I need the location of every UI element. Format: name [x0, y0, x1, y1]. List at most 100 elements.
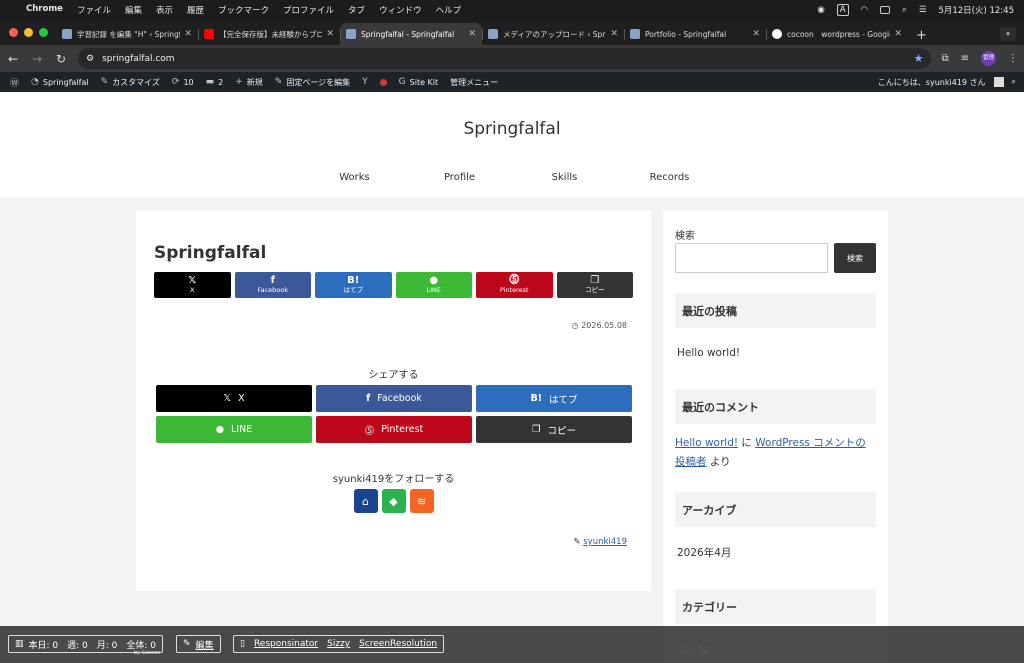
share-copy-button[interactable]: ❐ コピー: [556, 272, 633, 298]
post-date: ◷ 2026.05.08: [571, 321, 627, 330]
follow-rss-button[interactable]: ≋: [409, 489, 434, 513]
share-line-button-large[interactable]: ● LINE: [156, 416, 312, 443]
bookmark-star-icon[interactable]: ★: [914, 52, 924, 65]
minimize-window-button[interactable]: [24, 28, 33, 37]
menu-help[interactable]: ヘルプ: [436, 4, 462, 16]
battery-icon[interactable]: [880, 6, 891, 14]
follow-heading: syunki419をフォローする: [332, 474, 455, 485]
copy-icon: ❐: [531, 424, 541, 435]
main-content: Springfalfal 𝕏X f Facebook B! はてブ ● LINE ⓹P…: [136, 211, 651, 591]
admin-search-icon[interactable]: ⌕: [1012, 77, 1016, 87]
zoom-window-button[interactable]: [39, 28, 48, 37]
nav-item-skills[interactable]: Skills: [512, 172, 617, 183]
admin-menu-link[interactable]: 管理メニュー: [444, 72, 504, 92]
input-source-icon[interactable]: A: [836, 4, 849, 16]
menu-tab[interactable]: タブ: [348, 4, 365, 16]
tab-2[interactable]: Springfalfal - Springfalfal ✕: [340, 23, 482, 45]
reading-list-icon[interactable]: ≡: [961, 53, 969, 64]
share-pinterest-button[interactable]: ⓹ Pinterest: [476, 272, 553, 298]
address-bar[interactable]: ⚙ springfalfal.com ★: [78, 48, 932, 69]
menu-history[interactable]: 履歴: [187, 4, 204, 16]
tab-search-chevron-icon[interactable]: ▾: [1000, 27, 1016, 41]
facebook-icon: f: [366, 393, 371, 404]
wp-admin-bar: Ⓦ ◔ Springfalfal ✎ カスタマイズ ⟳ 10 ▬ 2 + 新規 ✎ 固定ペー…: [0, 72, 1024, 92]
category-item[interactable]: 未分類: [677, 643, 709, 658]
responsinator-link[interactable]: Responsinator: [254, 639, 318, 649]
share-x-button-large[interactable]: 𝕏X: [156, 385, 312, 412]
menu-bookmarks[interactable]: ブックマーク: [218, 4, 269, 16]
site-info-icon[interactable]: ⚙: [86, 54, 94, 64]
follow-home-button[interactable]: ⌂: [353, 489, 378, 513]
forward-icon[interactable]: →: [30, 52, 44, 66]
share-pinterest-button-large[interactable]: ⓹ Pinterest: [316, 416, 472, 443]
nav-item-works[interactable]: Works: [302, 172, 407, 183]
menu-edit[interactable]: 編集: [125, 4, 142, 16]
share-facebook-button-large[interactable]: f Facebook: [316, 385, 472, 412]
spotlight-icon[interactable]: ⌕: [902, 5, 907, 15]
share-hatebu-button[interactable]: B! はてブ: [315, 272, 392, 298]
menu-chrome[interactable]: Chrome: [26, 4, 63, 16]
share-x-button[interactable]: 𝕏X: [154, 272, 231, 298]
follow-feedly-button[interactable]: ◆: [381, 489, 406, 513]
admin-site-link[interactable]: ◔ Springfalfal: [25, 72, 95, 92]
menu-profiles[interactable]: プロファイル: [283, 4, 334, 16]
close-tab-icon[interactable]: ✕: [894, 29, 902, 39]
admin-comments-link[interactable]: ▬ 2: [200, 72, 230, 92]
close-window-button[interactable]: [9, 28, 18, 37]
tab-3[interactable]: メディアのアップロード ‹ Spring ✕: [482, 23, 624, 45]
yoast-icon[interactable]: Y: [356, 72, 374, 92]
close-tab-icon[interactable]: ✕: [610, 29, 618, 39]
recent-post-item[interactable]: Hello world!: [677, 344, 877, 363]
share-line-button[interactable]: ● LINE: [395, 272, 472, 298]
admin-edit-page-link[interactable]: ✎ 固定ページを編集: [269, 72, 356, 92]
more-menu-icon[interactable]: ⋮: [1008, 53, 1018, 64]
extensions-icon[interactable]: ⧉: [941, 53, 948, 64]
back-icon[interactable]: ←: [6, 52, 20, 66]
nav-item-records[interactable]: Records: [617, 172, 722, 183]
archive-item[interactable]: 2026年4月: [677, 544, 877, 563]
share-copy-button-large[interactable]: ❐ コピー: [476, 416, 632, 443]
comment-post-link[interactable]: Hello world!: [675, 437, 738, 449]
tab-0[interactable]: 学習記録 を編集 "H" ‹ Springfa ✕: [56, 23, 198, 45]
admin-new-link[interactable]: + 新規: [229, 72, 269, 92]
wordpress-logo-icon[interactable]: Ⓦ: [4, 72, 25, 92]
status-dot-icon[interactable]: [374, 72, 393, 92]
app-menu: Chrome ファイル 編集 表示 履歴 ブックマーク プロファイル タブ ウィ…: [26, 4, 461, 16]
reload-icon[interactable]: ↻: [54, 52, 68, 66]
page-title: Springfalfal: [154, 243, 267, 263]
record-icon[interactable]: ◉: [817, 5, 824, 15]
sizzy-link[interactable]: Sizzy: [327, 639, 350, 649]
url-text[interactable]: springfalfal.com: [102, 54, 174, 64]
share-facebook-button[interactable]: f Facebook: [234, 272, 311, 298]
close-tab-icon[interactable]: ✕: [184, 29, 192, 39]
search-input[interactable]: [675, 243, 828, 273]
site-title[interactable]: Springfalfal: [0, 119, 1024, 139]
admin-updates-link[interactable]: ⟳ 10: [166, 72, 200, 92]
hatebu-icon: B!: [530, 393, 543, 404]
wifi-icon[interactable]: ◠: [861, 5, 868, 15]
tab-title: Portfolio - Springfalfal: [645, 29, 727, 39]
screenresolution-link[interactable]: ScreenResolution: [359, 639, 437, 649]
admin-customize-link[interactable]: ✎ カスタマイズ: [95, 72, 166, 92]
close-tab-icon[interactable]: ✕: [468, 29, 476, 39]
menu-file[interactable]: ファイル: [77, 4, 111, 16]
tab-4[interactable]: Portfolio - Springfalfal ✕: [624, 23, 766, 45]
greeting-text: こんにちは、syunki419 さん: [877, 77, 986, 87]
profile-avatar[interactable]: 管理: [981, 51, 996, 66]
clock[interactable]: 5月12日(火) 12:45: [938, 4, 1014, 16]
admin-account[interactable]: こんにちは、syunki419 さん ⌕: [878, 77, 1024, 88]
nav-item-profile[interactable]: Profile: [407, 172, 512, 183]
close-tab-icon[interactable]: ✕: [752, 29, 760, 39]
menu-view[interactable]: 表示: [156, 4, 173, 16]
admin-sitekit-link[interactable]: G Site Kit: [393, 72, 445, 92]
tab-1[interactable]: 【完全保存版】未経験からブログ ✕: [198, 23, 340, 45]
search-button[interactable]: 検索: [834, 243, 876, 273]
close-tab-icon[interactable]: ✕: [326, 29, 334, 39]
author-link[interactable]: syunki419: [583, 537, 627, 547]
edit-link[interactable]: 編集: [196, 638, 214, 651]
tab-5[interactable]: cocoon wordpress - Google ✕: [766, 23, 908, 45]
share-hatebu-button-large[interactable]: B! はてブ: [476, 385, 632, 412]
control-center-icon[interactable]: ☰: [919, 5, 927, 15]
menu-window[interactable]: ウィンドウ: [379, 4, 422, 16]
new-tab-button[interactable]: +: [908, 28, 935, 45]
